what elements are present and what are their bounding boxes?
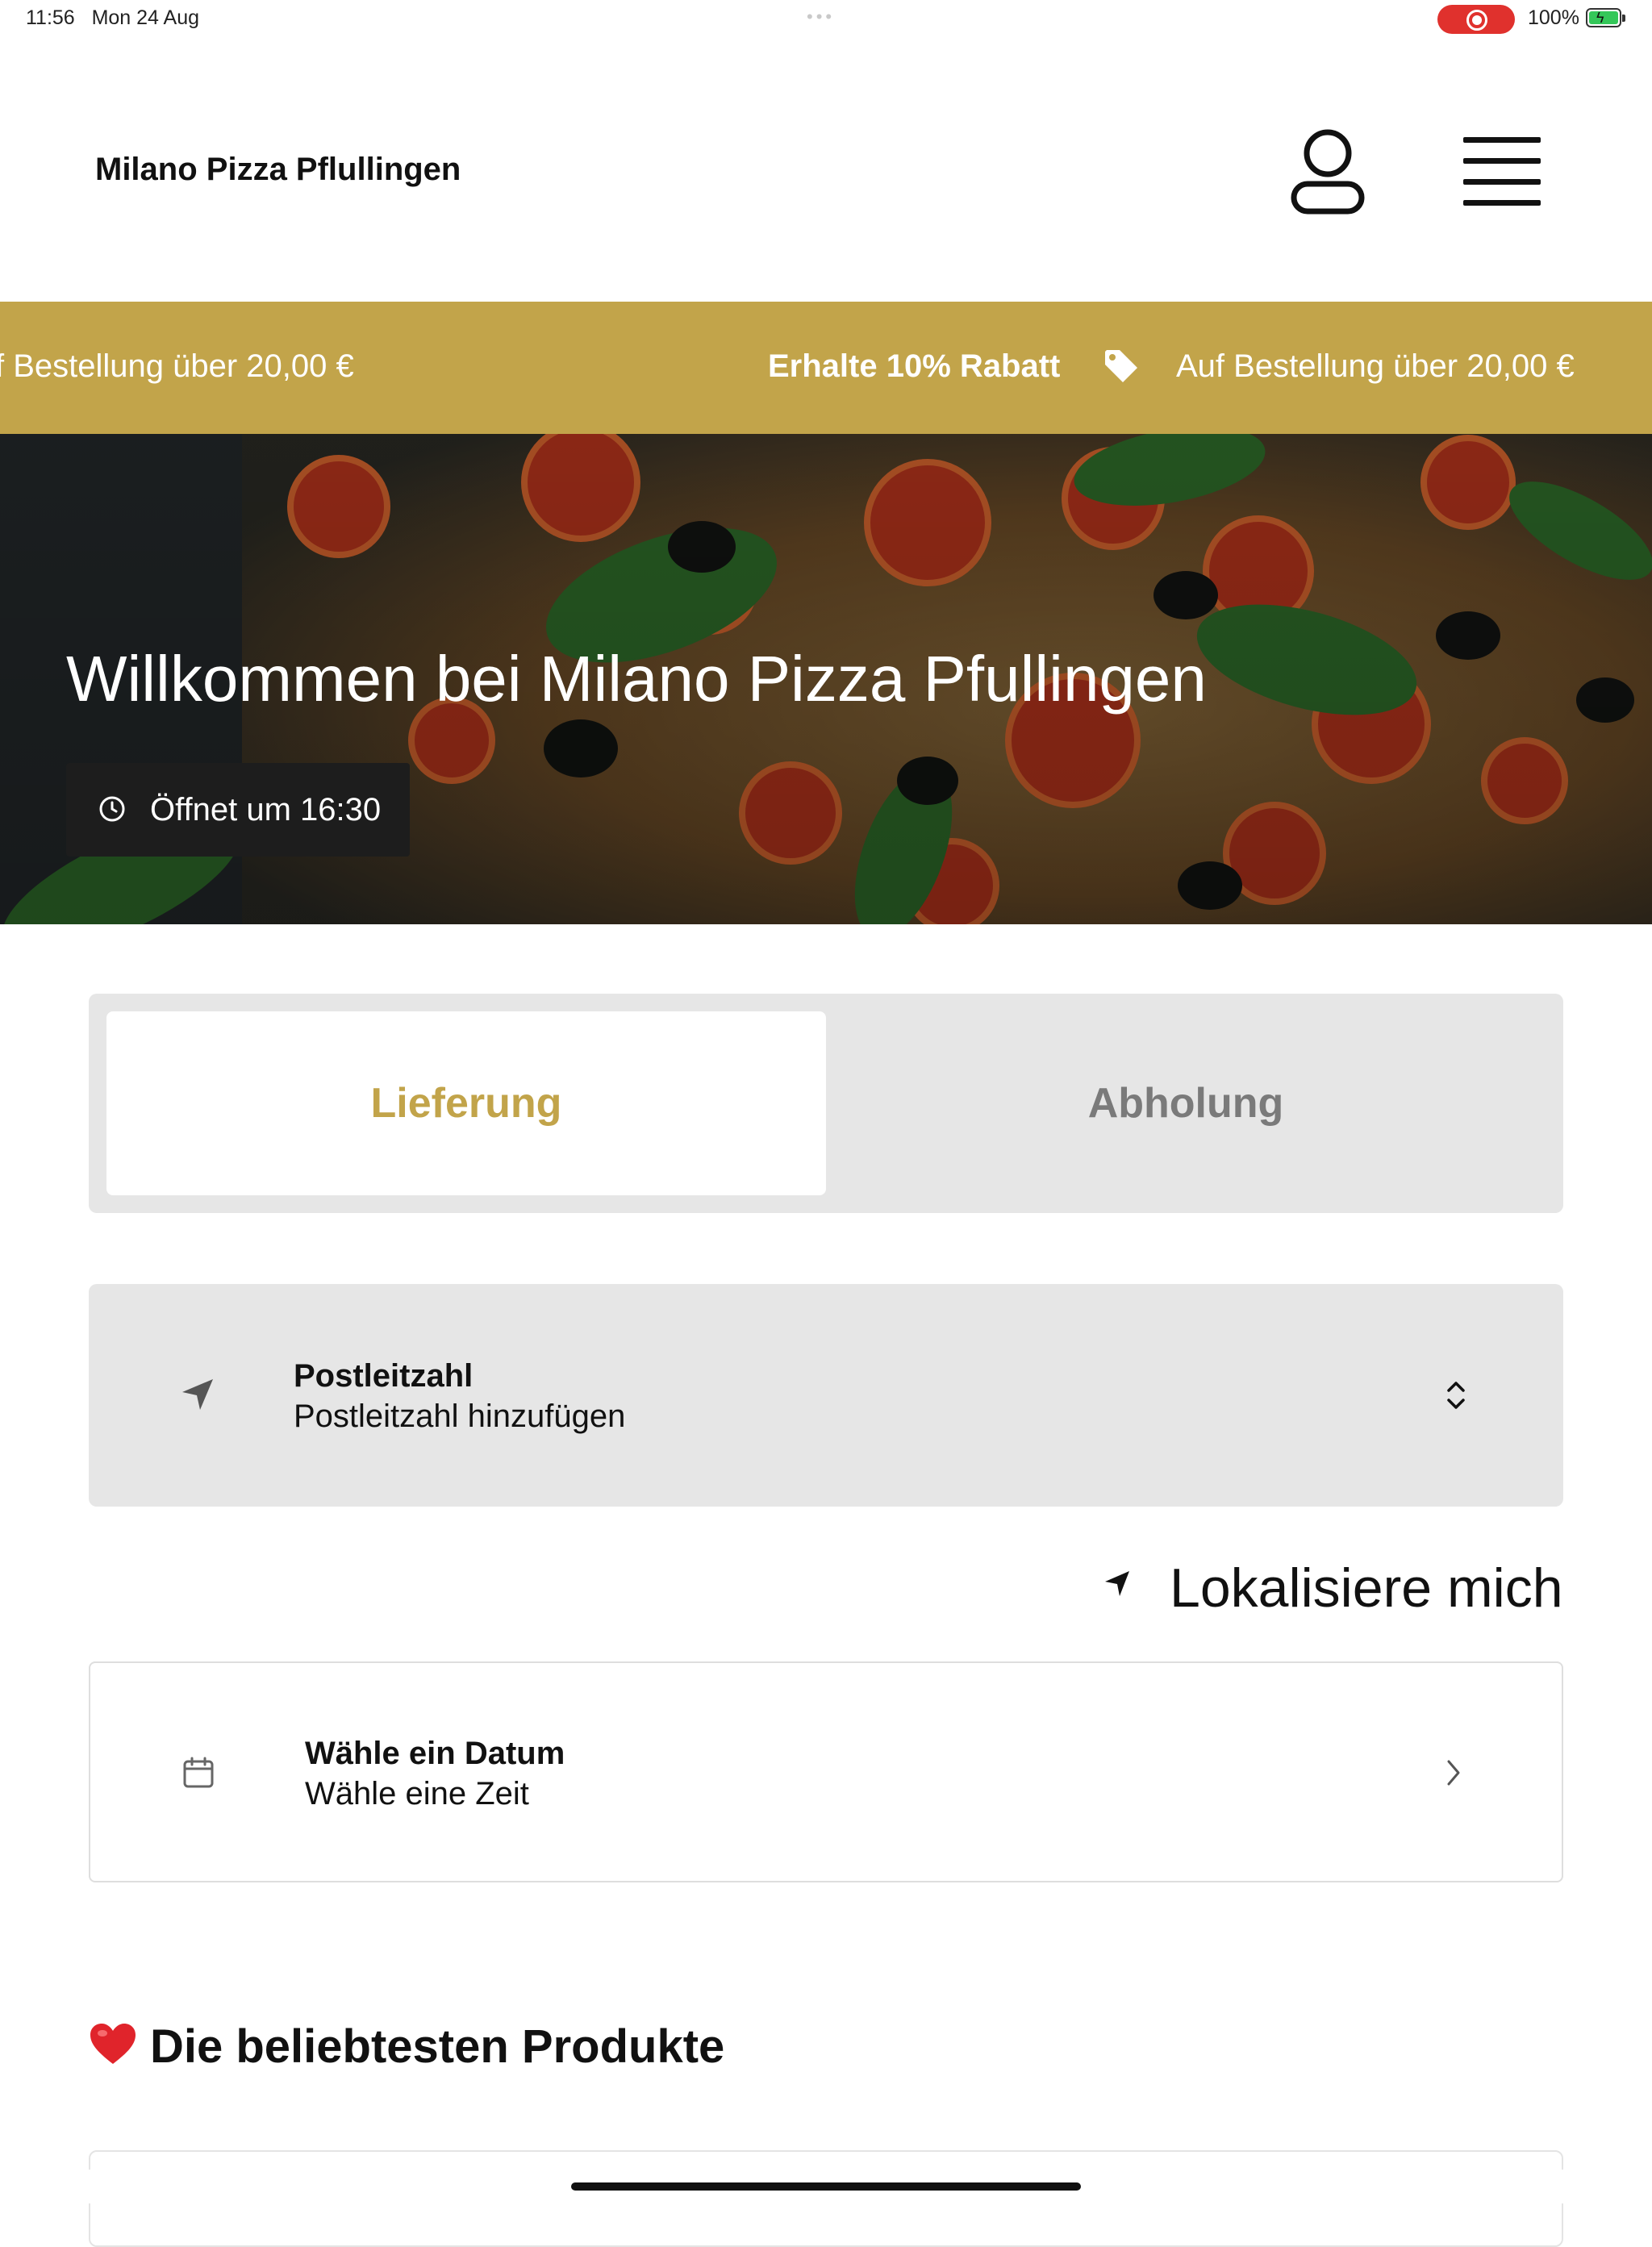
promo-headline: Erhalte 10% Rabatt [768,348,1061,384]
navigation-icon [182,1379,213,1410]
order-mode-toggle: Lieferung Abholung [89,994,1563,1213]
postcode-placeholder: Postleitzahl hinzufügen [294,1399,626,1434]
calendar-icon [183,1757,214,1788]
account-button[interactable] [1287,126,1368,216]
status-date: Mon 24 Aug [91,6,199,29]
postcode-label: Postleitzahl [294,1358,473,1394]
battery-percentage: 100% [1528,6,1579,29]
status-time: 11:56 Mon 24 Aug [26,6,199,29]
promo-banner[interactable]: f Bestellung über 20,00 € Erhalte 10% Ra… [0,302,1652,434]
popular-products-heading: Die beliebtesten Produkte [89,2020,724,2074]
tag-icon [1105,350,1137,382]
status-bar: 11:56 Mon 24 Aug ••• 100% ϟ [0,0,1652,40]
battery-icon: ϟ [1586,8,1625,27]
locate-me-label: Lokalisiere mich [1170,1557,1563,1619]
menu-button[interactable] [1460,135,1541,206]
chevron-right-icon [1447,1760,1460,1786]
tab-pickup[interactable]: Abholung [826,1011,1546,1195]
tab-delivery[interactable]: Lieferung [106,1011,826,1195]
promo-text-left: f Bestellung über 20,00 € [0,348,354,384]
store-name[interactable]: Milano Pizza Pflullingen [95,152,461,188]
opening-hours-badge: Öffnet um 16:30 [66,763,410,857]
opening-hours-text: Öffnet um 16:30 [150,792,382,828]
home-indicator[interactable] [571,2182,1081,2191]
promo-text-right: Auf Bestellung über 20,00 € [1176,348,1575,384]
date-label: Wähle ein Datum [305,1736,565,1771]
multitasking-dots[interactable]: ••• [807,6,835,27]
popular-products-title: Die beliebtesten Produkte [150,2020,725,2073]
time-label: Wähle eine Zeit [305,1776,529,1811]
clock-icon [99,796,125,822]
chevron-up-down-icon [1447,1382,1465,1409]
postcode-selector[interactable]: Postleitzahl Postleitzahl hinzufügen [89,1284,1563,1507]
screen-recording-indicator[interactable] [1437,5,1515,34]
locate-me-button[interactable]: Lokalisiere mich [1103,1553,1563,1619]
hero-banner: Willkommen bei Milano Pizza Pfullingen Ö… [0,434,1652,924]
account-icon [1291,129,1365,215]
location-arrow-icon [1105,1571,1129,1596]
date-time-selector[interactable]: Wähle ein Datum Wähle eine Zeit [89,1661,1563,1882]
hero-title: Willkommen bei Milano Pizza Pfullingen [66,643,1207,715]
heart-icon [90,2024,136,2064]
